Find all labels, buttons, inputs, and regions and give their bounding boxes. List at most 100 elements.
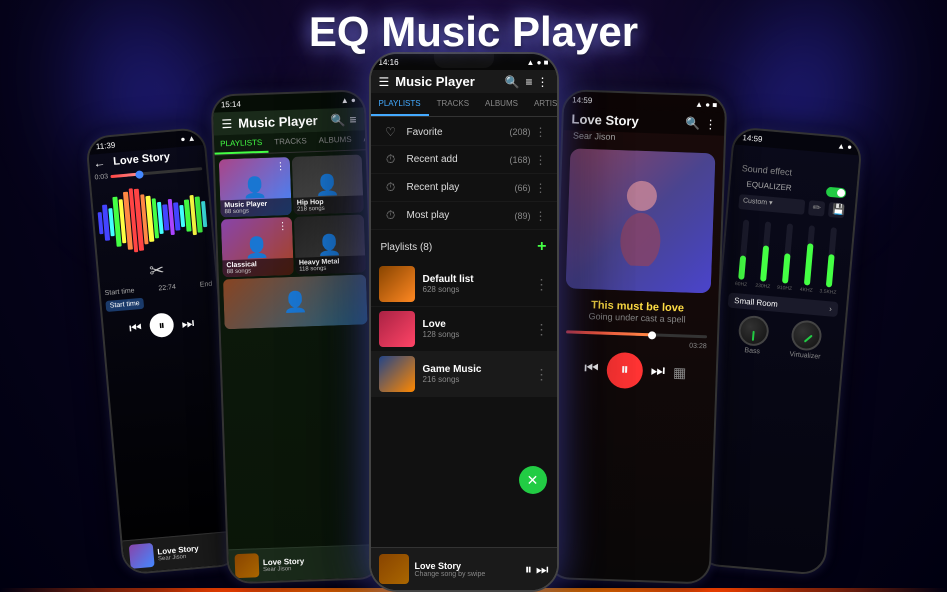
virtualizer-knob-group: Virtualizer [789, 319, 823, 361]
eq-band-910hz-track[interactable] [781, 223, 792, 283]
eq-band-910hz-label: 910HZ [776, 285, 791, 292]
playlist-item-default[interactable]: Default list 628 songs ⋮ [371, 262, 557, 307]
virtualizer-label: Virtualizer [789, 351, 820, 361]
recent-play-count: (66) [514, 183, 530, 193]
game-music-more[interactable]: ⋮ [535, 366, 549, 383]
play-pause-btn[interactable]: ⏸ [148, 312, 174, 338]
phone4-song-title: Love Story [571, 111, 686, 130]
phone3-tab-artists[interactable]: ARTISTS [526, 93, 557, 116]
phone4-artwork [565, 148, 715, 293]
eq-band-60hz-track[interactable] [738, 220, 749, 280]
eq-band-35khz[interactable]: 3.5KHZ [818, 227, 843, 296]
back-icon[interactable]: ← [92, 156, 105, 171]
add-playlist-btn[interactable]: + [537, 238, 546, 256]
phone2-bottom-bar: Love Story Sear Jison ⏸ [228, 544, 380, 582]
virtualizer-knob[interactable] [790, 319, 823, 352]
phone2-grid: 👤 Music Player 88 songs ⋮ 👤 Hip Hop [214, 150, 371, 333]
phone1-seekbar-thumb[interactable] [135, 170, 144, 179]
phone3-album-art [379, 554, 409, 584]
phone3-song-info: Love Story Change song by swipe [415, 561, 519, 578]
bass-knob[interactable] [737, 315, 770, 348]
playlist-item-love[interactable]: Love 128 songs ⋮ [371, 307, 557, 352]
favorite-more[interactable]: ⋮ [535, 125, 547, 139]
phone3-pause-icon[interactable]: ⏸ [525, 561, 532, 578]
phone1-time: 11:39 [95, 140, 115, 151]
favorite-count: (208) [509, 127, 530, 137]
most-play-more[interactable]: ⋮ [535, 209, 547, 223]
eq-band-60hz-fill [738, 255, 746, 279]
eq-edit-btn[interactable]: ✏ [808, 200, 825, 216]
phone3-bottom-title: Love Story [415, 561, 519, 571]
tab-playlists[interactable]: PLAYLISTS [213, 134, 268, 155]
eq-band-4khz[interactable]: 4KHZ [796, 225, 821, 294]
default-list-more[interactable]: ⋮ [535, 276, 549, 293]
phone4-lyrics: This must be love Going under cast a spe… [556, 292, 718, 332]
card3-more-icon[interactable]: ⋮ [277, 221, 287, 232]
phone3-hamburger-icon[interactable]: ☰ [379, 75, 390, 89]
search-icon[interactable]: 🔍 [330, 112, 345, 127]
phone4-play-btn[interactable]: ⏸ [606, 352, 643, 389]
room-arrow-icon: › [828, 304, 831, 313]
list-item-recent-play[interactable]: ⏱ Recent play (66) ⋮ [371, 174, 557, 202]
filter-icon[interactable]: ≡ [349, 112, 356, 126]
phone3-search-icon[interactable]: 🔍 [505, 75, 520, 89]
phone4-search-icon[interactable]: 🔍 [685, 116, 700, 131]
playlist-card-music-player[interactable]: 👤 Music Player 88 songs ⋮ [218, 157, 290, 217]
phone3-next-icon[interactable]: ⏭ [536, 561, 549, 578]
phone3-tab-tracks[interactable]: TRACKS [429, 93, 477, 116]
list-item-favorite[interactable]: ♡ Favorite (208) ⋮ [371, 119, 557, 146]
phone3-tab-playlists[interactable]: PLAYLISTS [371, 93, 429, 116]
phone3-more-icon[interactable]: ⋮ [537, 75, 549, 89]
eq-save-btn[interactable]: 💾 [827, 202, 844, 218]
eq-band-910hz[interactable]: 910HZ [774, 223, 799, 292]
playlist-card-heavymetal[interactable]: 👤 Heavy Metal 118 songs [293, 214, 365, 274]
phone4-prev-btn[interactable]: ⏮ [584, 360, 599, 378]
eq-band-230hz-track[interactable] [760, 221, 771, 281]
phone4-extra-btn[interactable]: ▦ [672, 364, 686, 381]
list-item-recent-add[interactable]: ⏱ Recent add (168) ⋮ [371, 146, 557, 174]
tab-tracks[interactable]: TRACKS [267, 132, 312, 153]
playlist-card-classical[interactable]: 👤 Classical 88 songs ⋮ [220, 217, 292, 277]
phone3-bottom-controls: ⏸ ⏭ [525, 561, 549, 578]
eq-band-35khz-track[interactable] [825, 227, 836, 287]
recent-play-label: Recent play [407, 182, 515, 193]
phone-playlist-grid: 15:14 ▲ ● ☰ Music Player 🔍 ≡ PLAYLISTS T… [210, 89, 382, 584]
phone4-next-btn[interactable]: ⏭ [650, 362, 665, 380]
prev-btn[interactable]: ⏮ [128, 319, 142, 337]
clock-icon-2: ⏱ [381, 180, 401, 195]
hamburger-icon[interactable]: ☰ [221, 116, 232, 130]
recent-add-more[interactable]: ⋮ [535, 153, 547, 167]
phone5-icons: ▲ ● [836, 141, 852, 151]
phone4-more-icon[interactable]: ⋮ [704, 117, 716, 131]
eq-toggle[interactable] [825, 186, 846, 198]
phone3-filter-icon[interactable]: ≡ [525, 75, 532, 89]
next-btn[interactable]: ⏭ [180, 314, 194, 332]
eq-band-910hz-fill [781, 253, 790, 283]
list-item-most-play[interactable]: ⏱ Most play (89) ⋮ [371, 202, 557, 230]
eq-band-230hz-label: 230HZ [755, 283, 770, 290]
love-list-more[interactable]: ⋮ [535, 321, 549, 338]
bass-knob-indicator [752, 331, 755, 341]
bass-knob-group: Bass [736, 315, 769, 356]
playlist-card-hiphop[interactable]: 👤 Hip Hop 218 songs [291, 154, 363, 214]
phone3-title: Music Player [395, 74, 504, 89]
playlist-item-game-music[interactable]: Game Music 216 songs ⋮ [371, 352, 557, 397]
recent-play-more[interactable]: ⋮ [535, 181, 547, 195]
phone4-time: 14:59 [572, 95, 592, 105]
tab-albums[interactable]: ALBUMS [312, 131, 358, 152]
playlist-card-lovestory[interactable]: 👤 [222, 274, 367, 329]
phone3-tab-albums[interactable]: ALBUMS [477, 93, 526, 116]
phone4-seek-thumb[interactable] [647, 331, 655, 339]
phone2-title: Music Player [238, 113, 331, 131]
eq-band-4khz-track[interactable] [803, 225, 814, 285]
eq-band-230hz[interactable]: 230HZ [753, 221, 778, 290]
phone3-bottom-sub: Change song by swipe [415, 571, 519, 578]
start-time-btn[interactable]: Start time [105, 298, 144, 312]
eq-band-60hz[interactable]: 60HZ [731, 219, 756, 288]
recent-add-count: (168) [509, 155, 530, 165]
card2-count: 218 songs [296, 205, 359, 213]
phone4-controls: ⏮ ⏸ ⏭ ▦ [554, 346, 716, 396]
game-music-info: Game Music 216 songs [423, 364, 535, 384]
card1-more-icon[interactable]: ⋮ [275, 161, 285, 172]
close-btn[interactable]: ✕ [519, 466, 547, 494]
